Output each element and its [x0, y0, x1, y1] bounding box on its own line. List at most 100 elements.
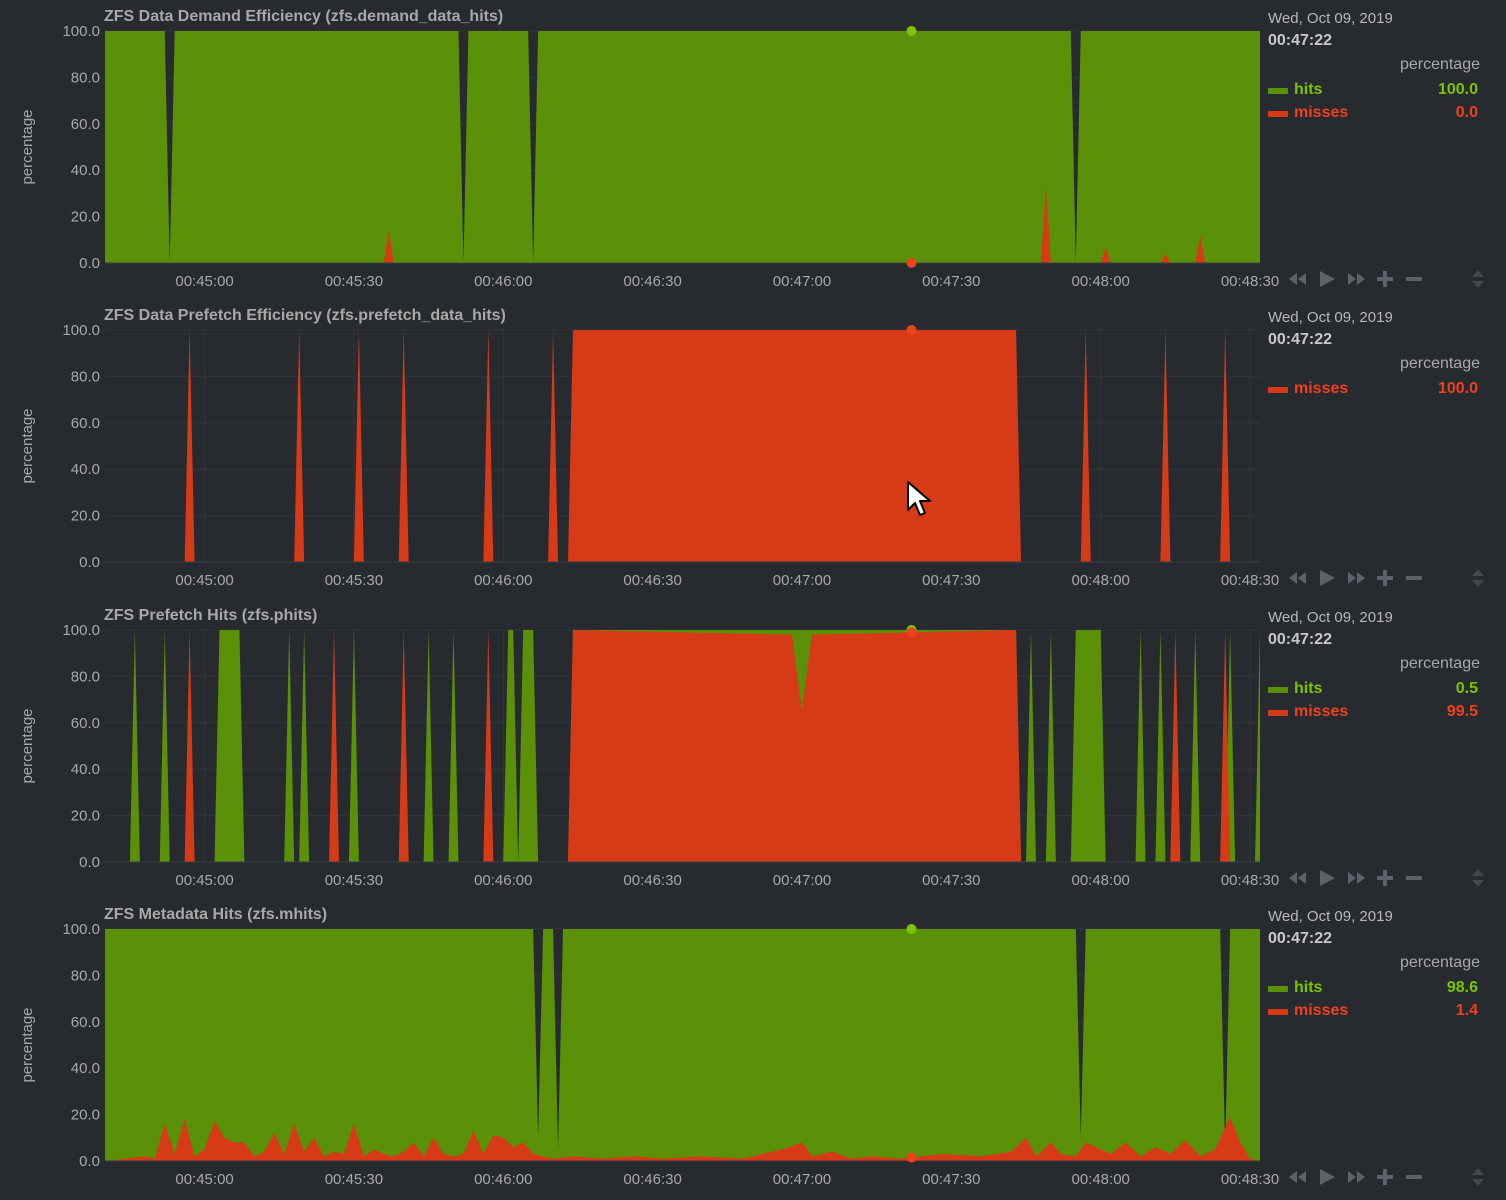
- chart-title: ZFS Metadata Hits (zfs.mhits): [104, 906, 328, 923]
- legend-time: 00:47:22: [1268, 631, 1333, 648]
- fast-forward-icon[interactable]: [1345, 268, 1367, 290]
- y-tick-label: 100.0: [62, 921, 100, 938]
- y-tick-label: 20.0: [71, 1107, 100, 1124]
- legend-item-misses[interactable]: misses 100.0: [1268, 378, 1480, 398]
- legend-time: 00:47:22: [1268, 930, 1333, 947]
- minus-icon: [1406, 876, 1422, 880]
- y-axis-label: percentage: [19, 1007, 36, 1082]
- legend-series-name: misses: [1294, 380, 1349, 397]
- chart-title: ZFS Data Prefetch Efficiency (zfs.prefet…: [104, 307, 506, 324]
- legend-series-value: 99.5: [1446, 703, 1478, 720]
- x-tick-label: 00:47:00: [773, 1171, 831, 1188]
- fast-forward-icon[interactable]: [1345, 1166, 1367, 1188]
- x-tick-label: 00:46:00: [474, 273, 532, 290]
- series-area-misses: [105, 330, 1260, 562]
- rewind-icon[interactable]: [1287, 268, 1309, 290]
- chart-title: ZFS Data Demand Efficiency (zfs.demand_d…: [104, 8, 504, 25]
- x-tick-label: 00:45:30: [325, 1171, 383, 1188]
- play-icon: [1320, 1169, 1335, 1185]
- plus-icon: [1377, 870, 1393, 886]
- x-tick-label: 00:48:30: [1221, 572, 1279, 589]
- legend-series-name: misses: [1294, 703, 1349, 720]
- plus-icon[interactable]: [1374, 567, 1396, 589]
- x-tick-label: 00:48:00: [1071, 572, 1129, 589]
- x-tick-label: 00:46:30: [623, 273, 681, 290]
- legend-item-misses[interactable]: misses 0.0: [1268, 102, 1480, 122]
- legend-item-misses[interactable]: misses 1.4: [1268, 1000, 1480, 1020]
- y-tick-label: 100.0: [62, 622, 100, 639]
- play-icon[interactable]: [1316, 268, 1338, 290]
- plus-icon[interactable]: [1374, 867, 1396, 889]
- x-tick-label: 00:45:00: [175, 572, 233, 589]
- mouse-cursor-icon: [907, 481, 931, 516]
- legend-series-name: misses: [1294, 1002, 1349, 1019]
- legend-item-misses[interactable]: misses 99.5: [1268, 701, 1480, 721]
- y-tick-label: 0.0: [79, 255, 100, 272]
- x-tick-label: 00:47:00: [773, 273, 831, 290]
- highlight-point-misses: [906, 627, 917, 638]
- chart-title: ZFS Prefetch Hits (zfs.phits): [104, 607, 318, 624]
- y-tick-label: 80.0: [71, 967, 100, 984]
- minus-icon: [1406, 1175, 1422, 1179]
- y-tick-label: 0.0: [79, 1153, 100, 1170]
- x-tick-label: 00:48:30: [1221, 273, 1279, 290]
- minus-icon[interactable]: [1403, 567, 1425, 589]
- x-tick-label: 00:47:30: [922, 1171, 980, 1188]
- resize-handle-icon[interactable]: [1467, 1166, 1489, 1188]
- fast-forward-icon[interactable]: [1345, 867, 1367, 889]
- legend-series-value: 0.0: [1455, 104, 1478, 121]
- minus-icon[interactable]: [1403, 867, 1425, 889]
- legend-item-hits[interactable]: hits 98.6: [1268, 977, 1480, 997]
- y-tick-label: 100.0: [62, 23, 100, 40]
- legend-time: 00:47:22: [1268, 331, 1333, 348]
- y-axis-label: percentage: [19, 408, 36, 483]
- legend-item-hits[interactable]: hits 0.5: [1268, 678, 1480, 698]
- legend-units: percentage: [1399, 954, 1480, 971]
- legend-date: Wed, Oct 09, 2019: [1268, 10, 1393, 27]
- resize-handle-icon: [1472, 569, 1484, 587]
- legend-swatch: [1268, 710, 1288, 716]
- x-tick-label: 00:46:30: [623, 872, 681, 889]
- highlight-point-misses: [906, 1152, 917, 1163]
- resize-handle-icon[interactable]: [1467, 867, 1489, 889]
- x-tick-label: 00:48:00: [1071, 273, 1129, 290]
- x-tick-label: 00:48:00: [1071, 1171, 1129, 1188]
- y-tick-label: 40.0: [71, 162, 100, 179]
- rewind-icon[interactable]: [1287, 1166, 1309, 1188]
- y-tick-label: 40.0: [71, 1060, 100, 1077]
- x-tick-label: 00:47:00: [773, 872, 831, 889]
- play-icon[interactable]: [1316, 567, 1338, 589]
- legend-item-hits[interactable]: hits 100.0: [1268, 79, 1480, 99]
- resize-handle-icon[interactable]: [1467, 268, 1489, 290]
- x-tick-label: 00:46:30: [623, 1171, 681, 1188]
- plus-icon[interactable]: [1374, 1166, 1396, 1188]
- chart-panel: 0.0 20.0 40.0 60.0 80.0 100.0 00:45:00 00:45:30…: [0, 898, 1506, 1197]
- chart-panel: 0.0 20.0 40.0 60.0 80.0 100.0 00:45:00 00:45:30…: [0, 599, 1506, 898]
- series-area-hits: [105, 31, 1260, 263]
- fast-forward-icon[interactable]: [1345, 567, 1367, 589]
- minus-icon[interactable]: [1403, 1166, 1425, 1188]
- play-icon[interactable]: [1316, 1166, 1338, 1188]
- x-tick-label: 00:46:30: [623, 572, 681, 589]
- x-tick-label: 00:45:30: [325, 572, 383, 589]
- legend-time: 00:47:22: [1268, 32, 1333, 49]
- minus-icon[interactable]: [1403, 268, 1425, 290]
- play-icon: [1320, 570, 1335, 586]
- y-tick-label: 40.0: [71, 761, 100, 778]
- legend-date: Wed, Oct 09, 2019: [1268, 908, 1393, 925]
- rewind-icon[interactable]: [1287, 567, 1309, 589]
- fast-forward-icon: [1348, 1171, 1365, 1183]
- resize-handle-icon[interactable]: [1467, 567, 1489, 589]
- x-tick-label: 00:46:00: [474, 572, 532, 589]
- fast-forward-icon: [1348, 872, 1365, 884]
- play-icon[interactable]: [1316, 867, 1338, 889]
- plus-icon: [1377, 1169, 1393, 1185]
- minus-icon: [1406, 576, 1422, 580]
- legend-swatch: [1268, 986, 1288, 992]
- minus-icon: [1406, 277, 1422, 281]
- chart-toolbar: [1287, 567, 1492, 589]
- plus-icon[interactable]: [1374, 268, 1396, 290]
- legend-series-name: hits: [1294, 680, 1323, 697]
- y-tick-label: 0.0: [79, 554, 100, 571]
- rewind-icon[interactable]: [1287, 867, 1309, 889]
